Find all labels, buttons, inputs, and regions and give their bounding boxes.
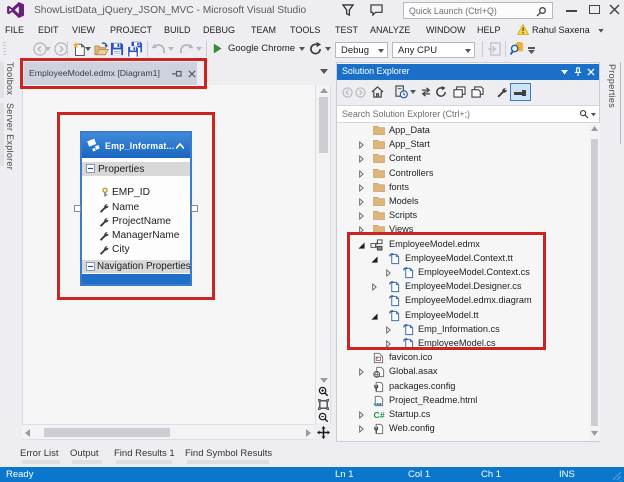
svg-text:C#: C# [374,410,385,420]
